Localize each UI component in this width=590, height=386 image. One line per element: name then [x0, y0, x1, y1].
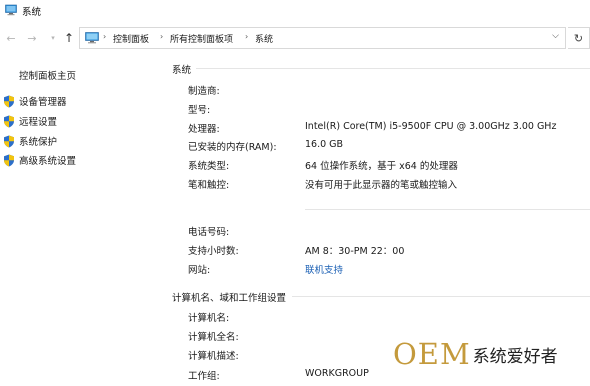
shield-icon: [4, 135, 14, 147]
online-support-link[interactable]: 联机支持: [305, 262, 343, 276]
breadcrumb-separator-icon: ›: [245, 32, 249, 41]
processor-label: 处理器:: [188, 124, 220, 135]
computer-full-name-label: 计算机全名:: [188, 332, 239, 343]
sidebar-item-system-protection[interactable]: 系统保护: [3, 134, 57, 148]
computer-description-label: 计算机描述:: [188, 351, 239, 362]
workgroup-label: 工作组:: [188, 371, 220, 382]
address-history-chevron-icon[interactable]: ⌵: [552, 31, 559, 41]
manufacturer-label: 制造商:: [188, 86, 220, 97]
recent-locations-chevron-icon[interactable]: ▾: [45, 28, 61, 48]
sidebar-item-remote-settings[interactable]: 远程设置: [3, 114, 57, 128]
computer-name-label: 计算机名:: [188, 313, 230, 324]
breadcrumb-separator-icon: ›: [160, 32, 164, 41]
breadcrumb-system[interactable]: 系统: [255, 32, 273, 45]
system-type-value: 64 位操作系统，基于 x64 的处理器: [305, 161, 458, 172]
section-divider: [305, 209, 590, 210]
computer-icon: [5, 4, 17, 16]
refresh-icon[interactable]: ↻: [568, 27, 590, 49]
up-arrow-icon[interactable]: ↑: [61, 28, 77, 48]
address-bar[interactable]: › 控制面板 › 所有控制面板项 › 系统 ⌵: [79, 27, 566, 49]
ram-value: 16.0 GB: [305, 139, 344, 150]
navigation-bar: ← → ▾ ↑ › 控制面板 › 所有控制面板项 › 系统 ⌵ ↻: [0, 26, 590, 50]
pen-touch-label: 笔和触控:: [188, 180, 230, 191]
sidebar-item-device-manager[interactable]: 设备管理器: [3, 94, 67, 108]
website-label: 网站:: [188, 265, 211, 276]
breadcrumb-separator-icon: ›: [103, 32, 107, 41]
breadcrumb-control-panel[interactable]: 控制面板: [113, 32, 149, 45]
sidebar-item-label: 设备管理器: [19, 97, 67, 108]
back-arrow-icon[interactable]: ←: [3, 28, 19, 48]
sidebar-item-label: 高级系统设置: [19, 156, 77, 167]
sidebar-item-label: 系统保护: [19, 137, 58, 148]
phone-label: 电话号码:: [188, 227, 230, 238]
system-type-label: 系统类型:: [188, 161, 230, 172]
system-section-heading: 系统: [172, 65, 192, 76]
sidebar-home-link[interactable]: 控制面板主页: [19, 68, 76, 82]
window-title: 系统: [22, 7, 42, 18]
ram-label: 已安装的内存(RAM):: [188, 142, 277, 153]
watermark-logo: OEM 系统爱好者: [393, 338, 558, 370]
forward-arrow-icon[interactable]: →: [24, 28, 40, 48]
section-divider: [196, 68, 590, 69]
sidebar-item-advanced-settings[interactable]: 高级系统设置: [3, 153, 76, 167]
shield-icon: [4, 95, 14, 107]
computer-section-heading: 计算机名、域和工作组设置: [172, 293, 287, 304]
support-hours-value: AM 8：30-PM 22：00: [305, 246, 405, 257]
title-bar: 系统: [0, 0, 590, 22]
processor-value: Intel(R) Core(TM) i5-9500F CPU @ 3.00GHz…: [305, 121, 557, 132]
support-hours-label: 支持小时数:: [188, 246, 239, 257]
watermark-oem-text: OEM: [393, 337, 471, 371]
pen-touch-value: 没有可用于此显示器的笔或触控输入: [305, 180, 458, 191]
shield-icon: [4, 115, 14, 127]
workgroup-value: WORKGROUP: [305, 368, 369, 379]
watermark-site-text: 系统爱好者: [472, 347, 558, 367]
section-divider: [292, 296, 590, 297]
model-label: 型号:: [188, 105, 211, 116]
sidebar-item-label: 远程设置: [19, 117, 58, 128]
breadcrumb-all-items[interactable]: 所有控制面板项: [170, 32, 233, 45]
shield-icon: [4, 154, 14, 166]
control-panel-icon: [85, 32, 99, 44]
